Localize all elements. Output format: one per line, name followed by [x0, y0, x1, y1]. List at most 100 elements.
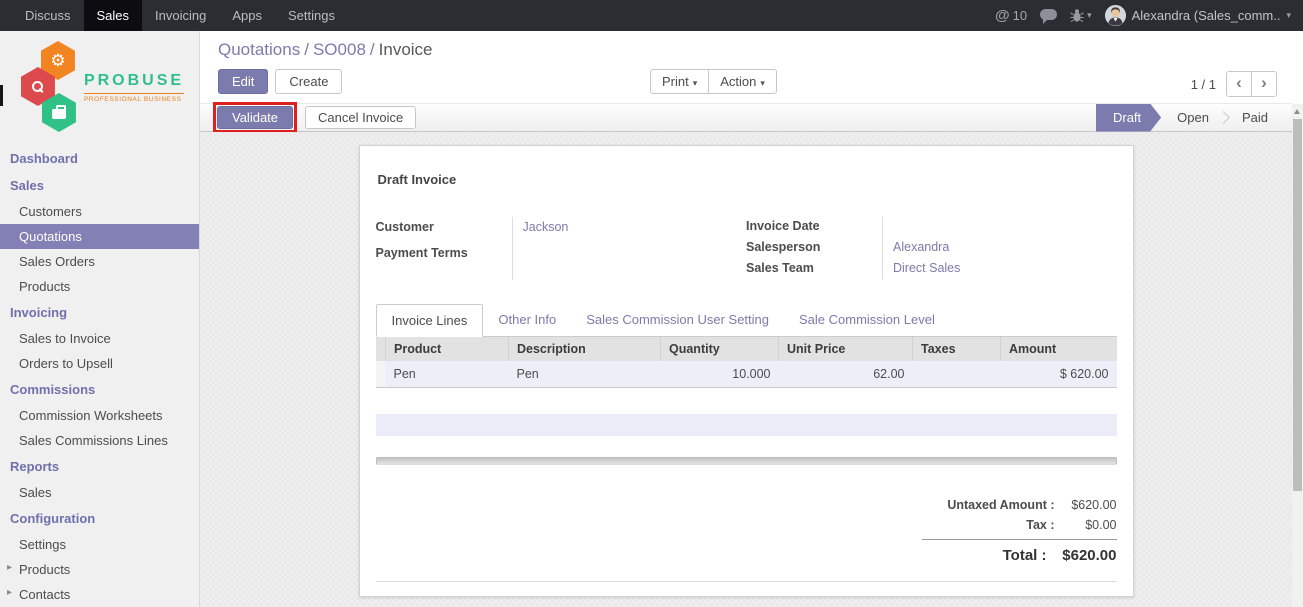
sidebar-heading-reports[interactable]: Reports: [0, 453, 199, 480]
scrollbar-up-arrow[interactable]: [1292, 104, 1303, 117]
breadcrumb-separator: /: [366, 40, 379, 59]
breadcrumb-quotations[interactable]: Quotations: [218, 40, 300, 59]
sheet-bottom-divider: [376, 581, 1117, 582]
sidebar-item-sales-commissions-lines[interactable]: Sales Commissions Lines: [0, 428, 199, 453]
table-row[interactable]: Pen Pen 10.000 62.00 $ 620.00: [376, 361, 1117, 388]
menu-apps[interactable]: Apps: [219, 0, 275, 31]
invoice-form: Customer Payment Terms Jackson Invoice D…: [376, 217, 1117, 280]
total-label: Total :: [922, 543, 1047, 569]
status-steps: Draft Open Paid: [1096, 104, 1292, 131]
scrollbar-thumb[interactable]: [1293, 119, 1302, 491]
logo-hexagons: ⚙: [21, 41, 79, 133]
pager-count: 1 / 1: [1191, 77, 1216, 92]
action-dropdown-button[interactable]: Action▾: [708, 69, 777, 94]
create-button[interactable]: Create: [275, 69, 342, 94]
sidebar-item-sales-to-invoice[interactable]: Sales to Invoice: [0, 326, 199, 351]
row-handle: [376, 361, 386, 388]
salesperson-value-link[interactable]: Alexandra: [893, 240, 949, 254]
caret-down-icon: ▾: [1286, 10, 1291, 21]
totals-divider: [922, 539, 1117, 540]
column-quantity[interactable]: Quantity: [661, 337, 779, 361]
mention-counter[interactable]: @ 10: [995, 7, 1027, 24]
avatar: [1105, 5, 1126, 26]
main-content: Quotations/SO008/Invoice Edit Create Pri…: [200, 31, 1303, 607]
menu-discuss[interactable]: Discuss: [12, 0, 84, 31]
sidebar-item-customers[interactable]: Customers: [0, 199, 199, 224]
empty-line-band: [376, 414, 1117, 436]
breadcrumb: Quotations/SO008/Invoice: [218, 40, 1287, 60]
sidebar-heading-sales[interactable]: Sales: [0, 172, 199, 199]
toolbar: Edit Create Print▾ Action▾ 1 / 1 ‹ ›: [218, 67, 1287, 107]
tab-sales-commission-user-setting[interactable]: Sales Commission User Setting: [571, 304, 784, 337]
pager-prev-button[interactable]: ‹: [1226, 71, 1252, 97]
sidebar-heading-dashboard[interactable]: Dashboard: [0, 145, 199, 172]
cell-product: Pen: [386, 361, 509, 388]
column-taxes[interactable]: Taxes: [913, 337, 1001, 361]
pager-next-button[interactable]: ›: [1251, 71, 1277, 97]
sidebar-item-sales-orders[interactable]: Sales Orders: [0, 249, 199, 274]
tax-value: $0.00: [1055, 515, 1117, 535]
form-canvas: Draft Invoice Customer Payment Terms Jac…: [200, 132, 1292, 607]
sidebar: ⚙ PROBUSE PROFESSIONAL BUSINESS Dashboar…: [0, 31, 200, 607]
sidebar-item-quotations[interactable]: Quotations: [0, 224, 199, 249]
column-product[interactable]: Product: [386, 337, 509, 361]
mention-count: 10: [1013, 8, 1027, 23]
sidebar-item-commission-worksheets[interactable]: Commission Worksheets: [0, 403, 199, 428]
status-step-paid[interactable]: Paid: [1226, 104, 1284, 132]
cancel-invoice-button[interactable]: Cancel Invoice: [305, 106, 416, 129]
untaxed-amount-value: $620.00: [1055, 495, 1117, 515]
customer-value-link[interactable]: Jackson: [523, 220, 569, 234]
sidebar-heading-configuration[interactable]: Configuration: [0, 505, 199, 532]
sidebar-heading-commissions[interactable]: Commissions: [0, 376, 199, 403]
column-unit-price[interactable]: Unit Price: [779, 337, 913, 361]
debug-menu[interactable]: ▾: [1070, 8, 1092, 23]
user-menu[interactable]: Alexandra (Sales_comm.. ▾: [1105, 5, 1291, 26]
sidebar-item-orders-to-upsell[interactable]: Orders to Upsell: [0, 351, 199, 376]
sales-team-value-link[interactable]: Direct Sales: [893, 261, 960, 275]
cell-description: Pen: [509, 361, 661, 388]
breadcrumb-separator: /: [300, 40, 313, 59]
invoice-date-label: Invoice Date: [746, 217, 882, 238]
chat-icon[interactable]: [1040, 9, 1057, 20]
edit-button[interactable]: Edit: [218, 69, 268, 94]
breadcrumb-so008[interactable]: SO008: [313, 40, 366, 59]
invoice-sheet: Draft Invoice Customer Payment Terms Jac…: [359, 145, 1134, 597]
row-handle-column: [376, 337, 386, 361]
status-step-open[interactable]: Open: [1161, 104, 1225, 132]
invoice-title: Draft Invoice: [378, 172, 1117, 187]
notebook-tabs: Invoice Lines Other Info Sales Commissio…: [376, 304, 1117, 337]
table-header-row: Product Description Quantity Unit Price …: [376, 337, 1117, 361]
validate-highlight-box: Validate: [213, 102, 297, 133]
column-description[interactable]: Description: [509, 337, 661, 361]
sidebar-item-settings[interactable]: Settings: [0, 532, 199, 557]
expand-right-icon: ▸: [7, 562, 12, 573]
menu-sales[interactable]: Sales: [84, 0, 143, 31]
sidebar-heading-invoicing[interactable]: Invoicing: [0, 299, 199, 326]
breadcrumb-invoice: Invoice: [379, 40, 433, 59]
menu-settings[interactable]: Settings: [275, 0, 348, 31]
cell-unit-price: 62.00: [779, 361, 913, 388]
tax-label: Tax :: [922, 515, 1055, 535]
brand-name: PROBUSE: [84, 72, 184, 90]
validate-button[interactable]: Validate: [217, 106, 293, 129]
total-value: $620.00: [1047, 543, 1117, 569]
edge-decoration: [0, 85, 3, 106]
topbar: Discuss Sales Invoicing Apps Settings @ …: [0, 0, 1303, 31]
invoice-totals: Untaxed Amount : $620.00 Tax : $0.00 Tot…: [922, 495, 1117, 569]
tab-sale-commission-level[interactable]: Sale Commission Level: [784, 304, 950, 337]
sidebar-item-config-contacts[interactable]: ▸Contacts: [0, 582, 199, 607]
print-dropdown-button[interactable]: Print▾: [650, 69, 709, 94]
at-icon: @: [995, 7, 1010, 24]
horizontal-scrollbar[interactable]: [376, 457, 1117, 465]
column-amount[interactable]: Amount: [1001, 337, 1117, 361]
menu-invoicing[interactable]: Invoicing: [142, 0, 219, 31]
tab-invoice-lines[interactable]: Invoice Lines: [376, 304, 484, 337]
sidebar-item-products[interactable]: Products: [0, 274, 199, 299]
sidebar-item-reports-sales[interactable]: Sales: [0, 480, 199, 505]
record-pager: 1 / 1 ‹ ›: [1191, 71, 1277, 97]
tab-other-info[interactable]: Other Info: [483, 304, 571, 337]
sidebar-item-config-products[interactable]: ▸Products: [0, 557, 199, 582]
untaxed-amount-label: Untaxed Amount :: [922, 495, 1055, 515]
vertical-scrollbar[interactable]: [1292, 104, 1303, 607]
status-step-draft[interactable]: Draft: [1096, 104, 1161, 132]
